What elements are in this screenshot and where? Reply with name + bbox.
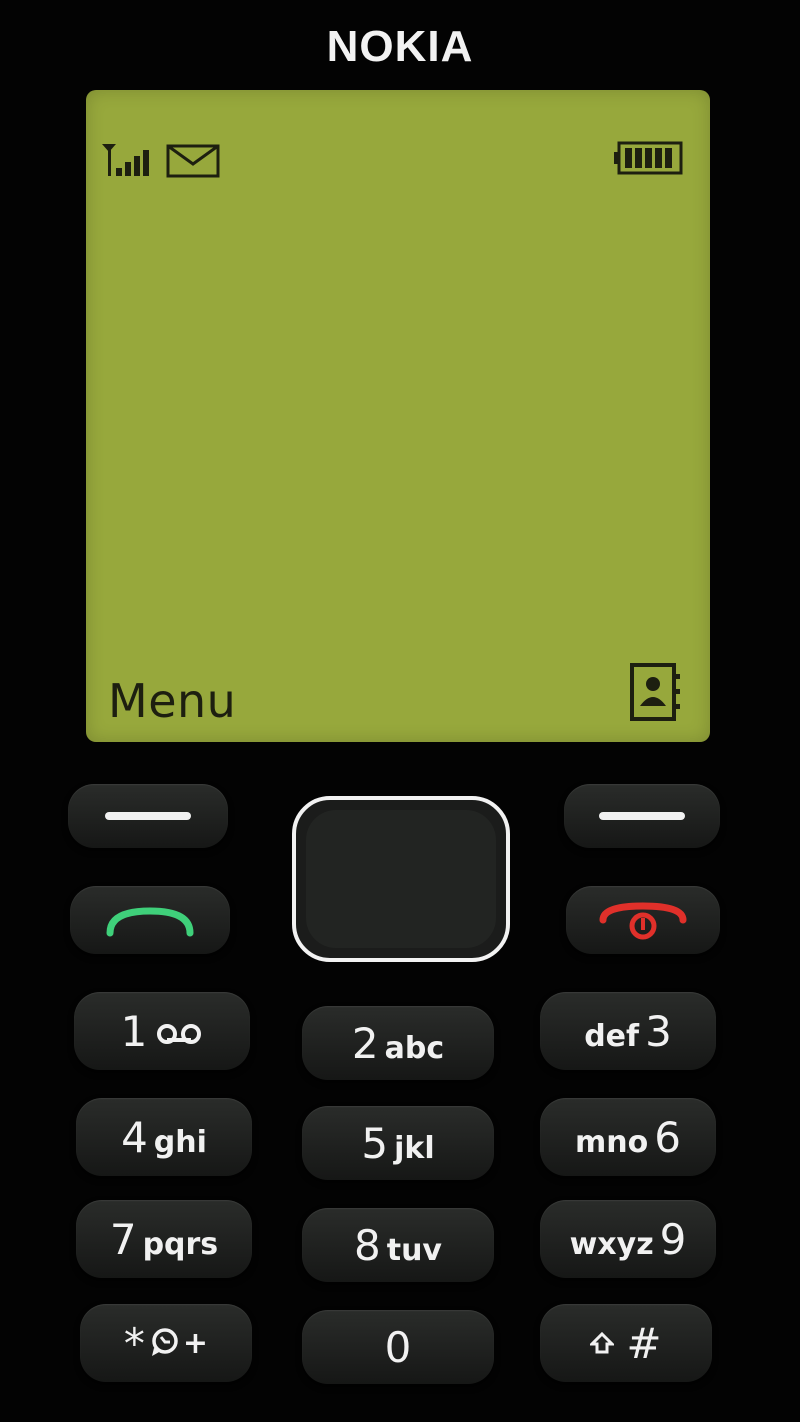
key-star[interactable]: * + [80,1304,252,1382]
key-4-letters: ghi [153,1124,207,1160]
key-3-number: 3 [645,1006,672,1056]
signal-icon [102,144,149,176]
envelope-icon [166,144,220,178]
home-shift-icon [590,1332,615,1354]
key-1[interactable]: 1 [74,992,250,1070]
voicemail-icon [157,1023,202,1044]
key-0[interactable]: 0 [302,1310,494,1384]
key-4-number: 4 [121,1112,148,1162]
brand-logo: NOKIA [326,22,474,71]
key-9-number: 9 [659,1214,687,1264]
key-star-symbol: * [123,1318,145,1368]
key-hash[interactable]: # [540,1304,712,1382]
key-9[interactable]: wxyz 9 [540,1200,716,1278]
key-2[interactable]: 2 abc [302,1006,494,1080]
key-4[interactable]: 4 ghi [76,1098,252,1176]
key-8-letters: tuv [386,1232,442,1268]
dash-icon [599,812,685,820]
key-9-letters: wxyz [569,1226,654,1262]
key-5-number: 5 [361,1118,389,1168]
key-8-number: 8 [354,1220,381,1270]
battery-icon [614,141,683,175]
key-7-number: 7 [109,1214,137,1264]
navigation-key-center[interactable] [306,810,496,948]
status-bar-left [100,142,220,178]
key-2-letters: abc [384,1030,445,1066]
key-3-letters: def [584,1018,640,1054]
call-button[interactable] [70,886,230,954]
key-3[interactable]: def 3 [540,992,716,1070]
key-6-letters: mno [575,1124,649,1160]
key-6-number: 6 [654,1112,681,1162]
call-icon [106,907,194,937]
end-call-button[interactable] [566,886,720,954]
key-6[interactable]: mno 6 [540,1098,716,1176]
phone-screen: Menu [86,90,710,742]
contacts-icon [630,663,680,721]
key-5-letters: jkl [394,1130,435,1166]
key-hash-symbol: # [626,1318,662,1368]
key-0-number: 0 [384,1322,412,1372]
key-1-number: 1 [120,1006,148,1056]
dash-icon [105,812,191,820]
left-softkey-button[interactable] [68,784,228,848]
power-end-icon [599,902,687,940]
key-7[interactable]: 7 pqrs [76,1200,252,1278]
speech-bubble-icon [151,1328,178,1356]
key-8[interactable]: 8 tuv [302,1208,494,1282]
status-bar-right [614,140,684,180]
softkey-label-menu: Menu [108,674,237,728]
key-2-number: 2 [351,1018,379,1068]
key-star-plus: + [182,1325,209,1361]
navigation-key[interactable] [292,796,510,962]
right-softkey-button[interactable] [564,784,720,848]
key-5[interactable]: 5 jkl [302,1106,494,1180]
key-7-letters: pqrs [142,1226,219,1262]
